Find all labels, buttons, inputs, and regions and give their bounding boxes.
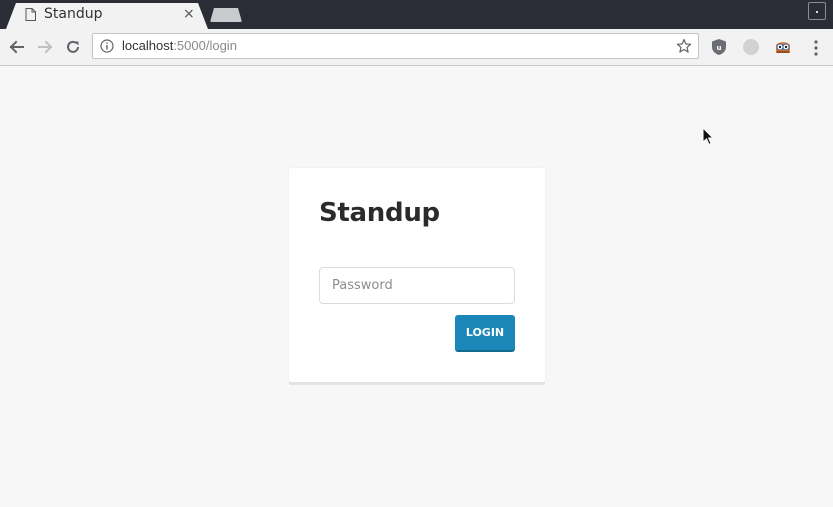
info-icon[interactable] xyxy=(100,39,114,53)
url-host: localhost xyxy=(122,38,174,53)
circle-extension-icon[interactable] xyxy=(742,38,760,56)
reload-icon[interactable] xyxy=(64,38,82,56)
url-path: :5000/login xyxy=(173,38,237,53)
star-icon[interactable] xyxy=(676,38,692,54)
owl-extension-icon[interactable] xyxy=(774,38,792,56)
tab-strip: Standup × xyxy=(0,0,833,29)
window-control-dot xyxy=(816,11,818,13)
document-icon xyxy=(25,8,36,21)
kebab-menu-icon[interactable] xyxy=(813,40,819,56)
login-card: Standup LOGIN xyxy=(289,168,545,382)
tab-standup[interactable] xyxy=(6,3,208,29)
arrow-right-icon[interactable] xyxy=(36,38,54,56)
password-field[interactable] xyxy=(319,267,515,304)
tab-title: Standup xyxy=(44,6,103,22)
mouse-cursor-icon xyxy=(702,127,714,146)
login-button[interactable]: LOGIN xyxy=(455,315,515,352)
new-tab-button[interactable] xyxy=(210,8,242,22)
window-control-button[interactable] xyxy=(808,2,826,20)
page-title: Standup xyxy=(319,198,440,228)
arrow-left-icon[interactable] xyxy=(8,38,26,56)
ublock-icon[interactable]: u xyxy=(710,38,728,56)
address-bar[interactable]: localhost:5000/login xyxy=(92,33,699,59)
svg-text:u: u xyxy=(717,44,722,52)
url-text: localhost:5000/login xyxy=(122,38,237,53)
tab-close-icon[interactable]: × xyxy=(183,7,195,21)
browser-toolbar: localhost:5000/login u xyxy=(0,29,833,66)
